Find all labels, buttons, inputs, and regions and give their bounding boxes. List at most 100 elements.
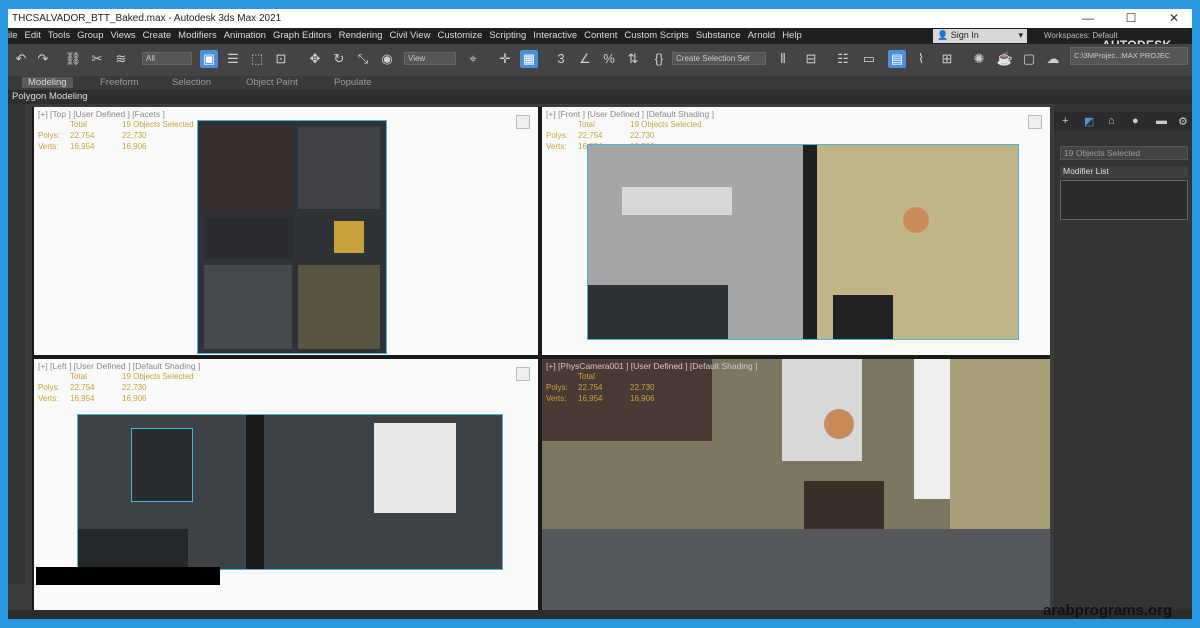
menu-item[interactable]: Content — [584, 30, 617, 41]
viewcube-icon[interactable] — [1028, 115, 1042, 129]
utilities-tab-icon[interactable]: ⚙ — [1178, 115, 1188, 128]
select-by-name-icon[interactable]: ☰ — [224, 50, 242, 68]
render-setup-icon[interactable]: ☕ — [996, 50, 1014, 68]
menu-item[interactable]: Animation — [224, 30, 266, 41]
render-production-icon[interactable]: ☁ — [1044, 50, 1062, 68]
move-icon[interactable]: ✥ — [306, 50, 324, 68]
redo-icon[interactable]: ↷ — [34, 50, 52, 68]
angle-snap-icon[interactable]: ∠ — [576, 50, 594, 68]
modifier-list-dropdown[interactable]: Modifier List — [1060, 166, 1188, 178]
verts-total: 16,954 — [578, 394, 603, 403]
pivot-center-icon[interactable]: ⌖ — [464, 50, 482, 68]
ribbon-tab[interactable]: Freeform — [100, 77, 139, 88]
ribbon-tab[interactable]: Object Paint — [246, 77, 298, 88]
ribbon-tab[interactable]: Selection — [172, 77, 211, 88]
bind-space-warp-icon[interactable]: ≋ — [112, 50, 130, 68]
app-window: THCSALVADOR_BTT_Baked.max - Autodesk 3ds… — [8, 9, 1192, 619]
menu-item[interactable]: Rendering — [339, 30, 383, 41]
create-tab-icon[interactable]: + — [1062, 115, 1068, 127]
column-object — [246, 415, 264, 569]
stats-selected: 19 Objects Selected — [122, 120, 194, 129]
viewport-top[interactable]: [+] [Top ] [User Defined ] [Facets ] Tot… — [34, 107, 538, 355]
mirror-icon[interactable]: ⫴ — [774, 50, 792, 68]
viewport-camera[interactable]: [+] [PhysCamera001 ] [User Defined ] [De… — [542, 359, 1050, 610]
polys-selected: 22,730 — [122, 383, 147, 392]
layer-explorer-icon[interactable]: ☷ — [834, 50, 852, 68]
menu-item[interactable]: Arnold — [748, 30, 775, 41]
menu-item[interactable]: Customize — [437, 30, 482, 41]
curve-editor-icon[interactable]: ⌇ — [912, 50, 930, 68]
object-name-field[interactable]: 19 Objects Selected — [1060, 146, 1188, 160]
polys-label: Polys: — [38, 131, 60, 140]
selection-filter-dropdown[interactable]: All — [142, 52, 192, 65]
project-path-dropdown[interactable]: C:\3MProjec...MAX PROJEC — [1070, 47, 1188, 65]
close-button[interactable]: ✕ — [1156, 10, 1192, 27]
viewport-label[interactable]: [+] [Front ] [User Defined ] [Default Sh… — [546, 109, 714, 119]
kitchen-cabinet — [782, 359, 862, 461]
schematic-view-icon[interactable]: ⊞ — [938, 50, 956, 68]
modifier-stack[interactable] — [1060, 180, 1188, 220]
keyboard-shortcut-toggle-icon[interactable]: ▦ — [520, 50, 538, 68]
rotate-icon[interactable]: ↻ — [330, 50, 348, 68]
workspaces-label: Workspaces: — [1044, 31, 1091, 40]
viewport-label[interactable]: [+] [PhysCamera001 ] [User Defined ] [De… — [546, 361, 757, 371]
polygon-modeling-label[interactable]: Polygon Modeling — [12, 91, 88, 102]
ribbon-tab[interactable]: Populate — [334, 77, 372, 88]
rectangular-region-icon[interactable]: ⬚ — [248, 50, 266, 68]
viewcube-icon[interactable] — [516, 367, 530, 381]
material-editor-icon[interactable]: ✺ — [970, 50, 988, 68]
menu-item[interactable]: Civil View — [389, 30, 430, 41]
living-area — [298, 265, 380, 349]
display-tab-icon[interactable]: ▬ — [1156, 115, 1167, 127]
maximize-button[interactable]: ☐ — [1113, 10, 1149, 27]
menu-item[interactable]: Help — [782, 30, 802, 41]
viewcube-icon[interactable] — [516, 115, 530, 129]
motion-tab-icon[interactable]: ● — [1132, 115, 1139, 127]
viewport-stats: Total 19 Objects Selected Polys: 22,754 22,… — [38, 119, 194, 152]
menu-item[interactable]: Group — [77, 30, 103, 41]
ribbon-tab[interactable]: Modeling — [22, 77, 73, 88]
select-manipulate-icon[interactable]: ✛ — [496, 50, 514, 68]
rendered-frame-icon[interactable]: ▢ — [1020, 50, 1038, 68]
menu-item[interactable]: Modifiers — [178, 30, 217, 41]
align-icon[interactable]: ⊟ — [802, 50, 820, 68]
unlink-icon[interactable]: ✂ — [88, 50, 106, 68]
reference-coord-dropdown[interactable]: View — [404, 52, 456, 65]
menu-item[interactable]: Graph Editors — [273, 30, 332, 41]
menu-item[interactable]: Custom Scripts — [624, 30, 688, 41]
menu-item[interactable]: Create — [143, 30, 172, 41]
viewport-label[interactable]: [+] [Top ] [User Defined ] [Facets ] — [38, 109, 165, 119]
sign-in-dropdown[interactable]: 👤 Sign In ▾ — [933, 29, 1027, 43]
menu-item[interactable]: Interactive — [533, 30, 577, 41]
redaction-box — [36, 567, 220, 585]
menu-item[interactable]: ile — [8, 30, 18, 41]
floorplan-model[interactable] — [197, 120, 387, 354]
modify-tab-icon[interactable]: ◩ — [1084, 115, 1094, 128]
spinner-snap-icon[interactable]: ⇅ — [624, 50, 642, 68]
percent-snap-icon[interactable]: % — [600, 50, 618, 68]
left-elevation-model[interactable] — [77, 414, 503, 570]
minimize-button[interactable]: — — [1070, 10, 1106, 27]
menu-item[interactable]: Tools — [48, 30, 70, 41]
place-icon[interactable]: ◉ — [378, 50, 396, 68]
select-object-icon[interactable]: ▣ — [200, 50, 218, 68]
scale-icon[interactable]: ⤡ — [354, 50, 372, 68]
menu-item[interactable]: Substance — [696, 30, 741, 41]
front-elevation-model[interactable] — [587, 144, 1019, 340]
menu-item[interactable]: Views — [110, 30, 135, 41]
viewport-front[interactable]: [+] [Front ] [User Defined ] [Default Sh… — [542, 107, 1050, 355]
toggle-ribbon-icon[interactable]: ▭ — [860, 50, 878, 68]
edit-named-selection-icon[interactable]: {} — [650, 50, 668, 68]
menu-item[interactable]: Scripting — [489, 30, 526, 41]
verts-label: Verts: — [38, 142, 59, 151]
named-selection-set-dropdown[interactable]: Create Selection Set — [672, 52, 766, 65]
menu-item[interactable]: Edit — [25, 30, 41, 41]
undo-icon[interactable]: ↶ — [12, 50, 30, 68]
snaps-toggle-icon[interactable]: 3 — [552, 50, 570, 68]
viewport-label[interactable]: [+] [Left ] [User Defined ] [Default Sha… — [38, 361, 200, 371]
polys-label: Polys: — [546, 383, 568, 392]
scene-explorer-icon[interactable]: ▤ — [888, 50, 906, 68]
window-crossing-icon[interactable]: ⊡ — [272, 50, 290, 68]
link-icon[interactable]: ⛓ — [64, 50, 82, 68]
hierarchy-tab-icon[interactable]: ⌂ — [1108, 115, 1115, 127]
